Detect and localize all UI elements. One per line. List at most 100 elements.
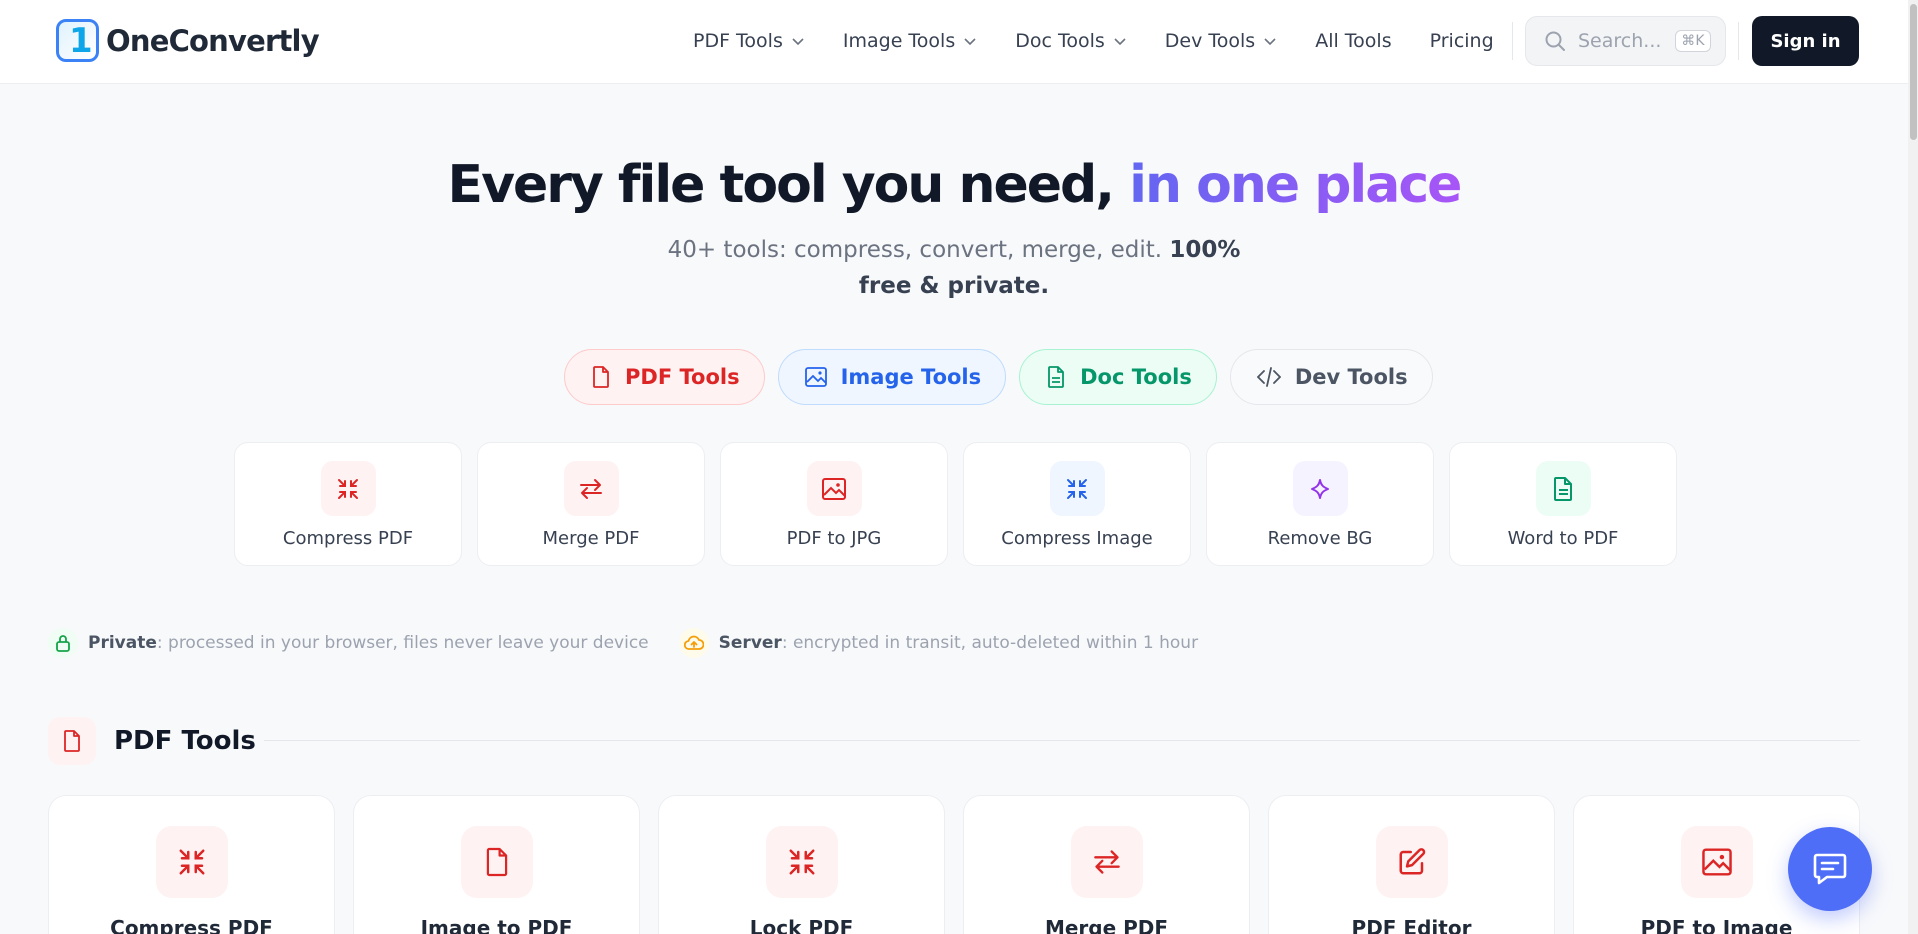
note-text: : processed in your browser, files never… — [156, 633, 649, 653]
quick-tool-compress-pdf[interactable]: Compress PDF — [234, 442, 462, 566]
document-icon — [1535, 461, 1591, 516]
nav-image-tools[interactable]: Image Tools — [843, 30, 977, 52]
quick-tool-word-to-pdf[interactable]: Word to PDF — [1449, 442, 1677, 566]
quick-tool-label: Compress PDF — [282, 528, 414, 549]
image-icon — [806, 461, 862, 516]
tool-card-label: PDF to Image — [1640, 916, 1793, 934]
pencil-icon — [1375, 826, 1448, 898]
hero-subtitle-plain: 40+ tools: compress, convert, merge, edi… — [667, 237, 1170, 263]
compress-icon — [765, 826, 838, 898]
category-label: Image Tools — [840, 365, 982, 389]
swap-arrows-icon — [563, 461, 619, 516]
quick-tool-label: Merge PDF — [542, 528, 640, 549]
chevron-down-icon — [1114, 38, 1126, 46]
nav-label: Pricing — [1429, 30, 1494, 52]
nav-label: Image Tools — [842, 30, 956, 52]
scrollbar-track[interactable] — [1908, 0, 1918, 934]
tool-card-compress-pdf[interactable]: Compress PDF — [48, 795, 335, 934]
chevron-down-icon — [964, 38, 976, 46]
search-icon — [1545, 31, 1565, 51]
chevron-down-icon — [792, 38, 804, 46]
code-icon — [1256, 367, 1281, 387]
swap-arrows-icon — [1070, 826, 1143, 898]
nav-pricing[interactable]: Pricing — [1430, 30, 1494, 52]
section-divider — [264, 740, 1860, 741]
category-image-tools[interactable]: Image Tools — [777, 349, 1007, 405]
quick-tool-merge-pdf[interactable]: Merge PDF — [477, 442, 705, 566]
tool-card-image-to-pdf[interactable]: Image to PDF — [353, 795, 640, 934]
nav-all-tools[interactable]: All Tools — [1315, 30, 1391, 52]
main-nav: PDF Tools Image Tools Doc Tools Dev Tool… — [693, 26, 1532, 56]
note-private: Private: processed in your browser, file… — [48, 628, 649, 658]
search-input[interactable]: Search... ⌘K — [1525, 16, 1726, 66]
tool-card-merge-pdf[interactable]: Merge PDF — [963, 795, 1250, 934]
category-label: Dev Tools — [1294, 365, 1408, 389]
quick-tool-compress-image[interactable]: Compress Image — [963, 442, 1191, 566]
image-icon — [804, 367, 827, 387]
nav-label: Doc Tools — [1015, 30, 1105, 52]
scrollbar-thumb[interactable] — [1910, 4, 1917, 140]
category-pills: PDF Tools Image Tools Doc Tools Dev Tool… — [564, 349, 1446, 405]
nav-divider — [1512, 22, 1513, 60]
quick-tools: Compress PDF Merge PDF PDF to JPG Compre… — [234, 442, 1692, 566]
shortcut-hint: ⌘K — [1675, 30, 1711, 52]
category-doc-tools[interactable]: Doc Tools — [1019, 349, 1217, 405]
search-placeholder: Search... — [1578, 30, 1662, 52]
tool-card-label: Compress PDF — [110, 916, 273, 934]
tool-card-label: Merge PDF — [1044, 916, 1169, 934]
quick-tool-label: Word to PDF — [1507, 528, 1619, 549]
document-icon — [1048, 366, 1065, 388]
pdf-tools-grid: Compress PDF Image to PDF Lock PDF Merge… — [48, 795, 1860, 934]
hero-title: Every file tool you need, in one place — [0, 155, 1908, 215]
quick-tool-pdf-to-jpg[interactable]: PDF to JPG — [720, 442, 948, 566]
nav-label: PDF Tools — [693, 30, 783, 52]
quick-tool-remove-bg[interactable]: Remove BG — [1206, 442, 1434, 566]
compress-icon — [1049, 461, 1105, 516]
chat-button[interactable] — [1788, 827, 1872, 911]
file-icon — [48, 717, 96, 765]
category-label: PDF Tools — [625, 365, 740, 389]
quick-tool-label: Remove BG — [1267, 528, 1373, 549]
compress-icon — [320, 461, 376, 516]
tool-card-pdf-editor[interactable]: PDF Editor — [1268, 795, 1555, 934]
note-server: Server: encrypted in transit, auto-delet… — [678, 628, 1199, 658]
tool-card-label: PDF Editor — [1351, 916, 1472, 934]
lock-icon — [48, 628, 78, 658]
privacy-notes: Private: processed in your browser, file… — [48, 628, 1228, 658]
chat-icon — [1813, 853, 1847, 885]
sparkle-icon — [1292, 461, 1348, 516]
note-text: : encrypted in transit, auto-deleted wit… — [781, 633, 1199, 653]
category-pdf-tools[interactable]: PDF Tools — [564, 349, 765, 405]
nav-label: Dev Tools — [1164, 30, 1256, 52]
quick-tool-label: PDF to JPG — [786, 528, 882, 549]
image-icon — [1680, 826, 1753, 898]
category-dev-tools[interactable]: Dev Tools — [1229, 349, 1433, 405]
logo-mark-icon — [56, 19, 99, 62]
compress-icon — [155, 826, 228, 898]
chevron-down-icon — [1264, 38, 1276, 46]
top-header: OneConvertly PDF Tools Image Tools Doc T… — [0, 0, 1918, 84]
section-title: PDF Tools — [114, 726, 256, 756]
brand-logo[interactable]: OneConvertly — [56, 19, 320, 62]
file-icon — [593, 366, 609, 388]
section-header: PDF Tools — [48, 717, 256, 765]
note-title: Server — [718, 633, 782, 653]
category-label: Doc Tools — [1080, 365, 1192, 389]
nav-pdf-tools[interactable]: PDF Tools — [693, 30, 805, 52]
tool-card-label: Image to PDF — [420, 916, 573, 934]
nav-divider — [1738, 22, 1739, 60]
brand-name: OneConvertly — [106, 23, 320, 58]
nav-dev-tools[interactable]: Dev Tools — [1165, 30, 1277, 52]
nav-label: All Tools — [1315, 30, 1392, 52]
cloud-upload-icon — [678, 628, 709, 658]
hero-title-accent: in one place — [1129, 155, 1462, 215]
file-icon — [460, 826, 533, 898]
sign-in-button[interactable]: Sign in — [1752, 16, 1859, 66]
tool-card-lock-pdf[interactable]: Lock PDF — [658, 795, 945, 934]
note-title: Private — [88, 633, 157, 653]
tool-card-label: Lock PDF — [749, 916, 854, 934]
nav-doc-tools[interactable]: Doc Tools — [1015, 30, 1127, 52]
quick-tool-label: Compress Image — [1001, 528, 1153, 549]
hero-subtitle: 40+ tools: compress, convert, merge, edi… — [640, 232, 1268, 304]
hero-title-main: Every file tool you need, — [447, 155, 1130, 215]
